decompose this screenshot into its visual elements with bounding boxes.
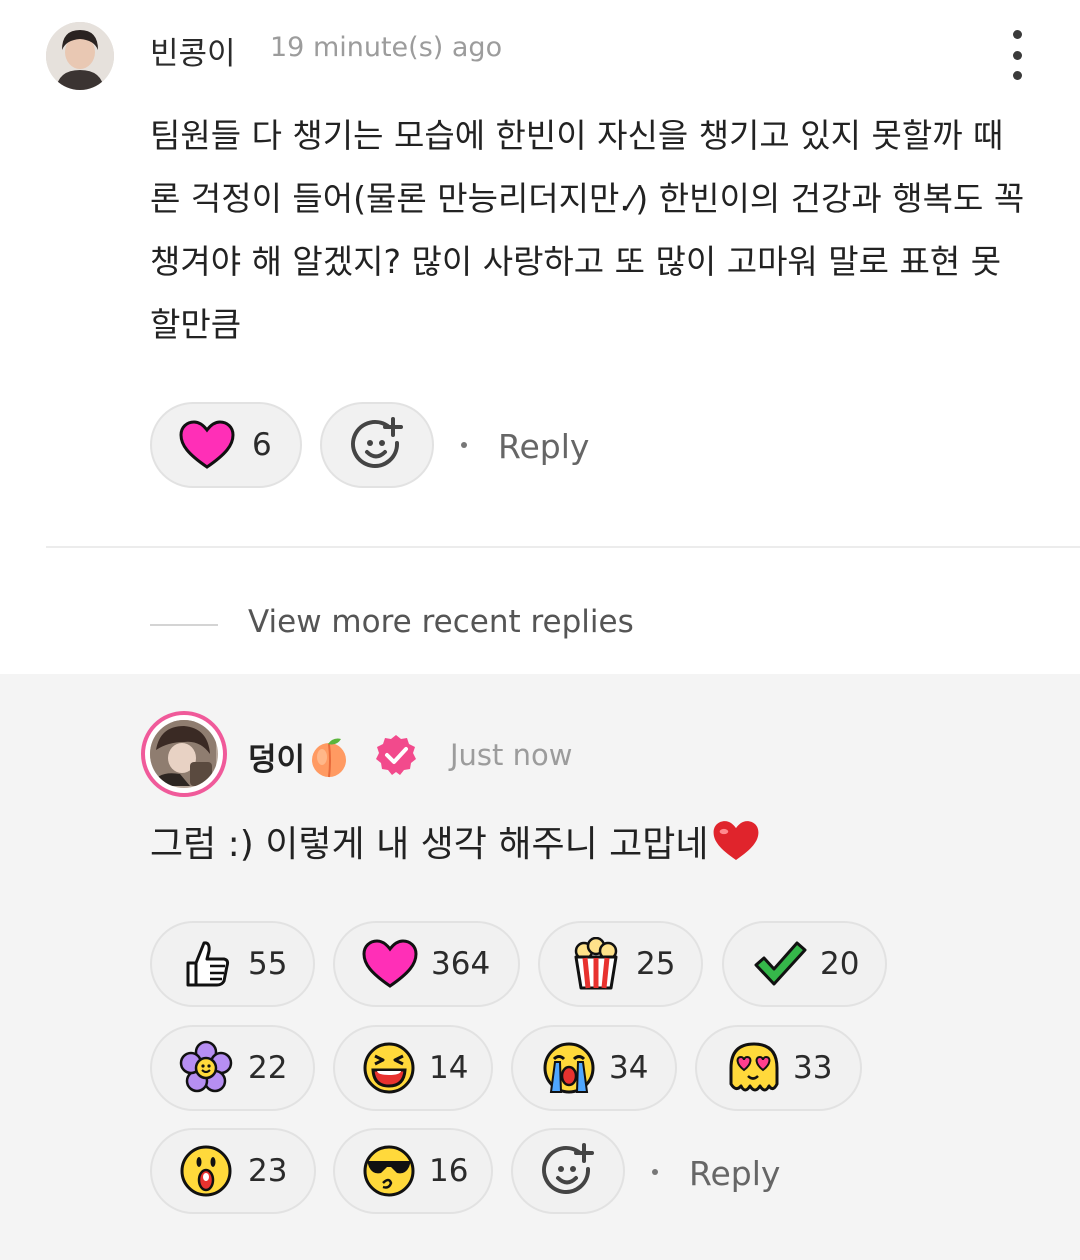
laughing-face-icon <box>363 1042 415 1094</box>
reaction-heart[interactable]: 364 <box>333 921 520 1007</box>
reaction-count: 22 <box>248 1050 288 1086</box>
add-emoji-icon <box>351 417 403 468</box>
reaction-surprised[interactable]: 23 <box>150 1128 316 1214</box>
check-icon <box>754 941 807 986</box>
reaction-count: 55 <box>248 946 288 982</box>
artist-avatar[interactable] <box>141 711 227 797</box>
reaction-count: 14 <box>429 1050 469 1086</box>
reaction-count: 16 <box>429 1153 469 1189</box>
heart-count: 6 <box>252 427 272 463</box>
reaction-flower[interactable]: 22 <box>150 1025 315 1111</box>
reaction-count: 33 <box>793 1050 833 1086</box>
reaction-count: 25 <box>636 946 676 982</box>
comment: 빈콩이 19 minute(s) ago 팀원들 다 챙기는 모습에 한빈이 자… <box>0 0 1080 548</box>
timestamp: 19 minute(s) ago <box>270 32 503 63</box>
reaction-popcorn[interactable]: 25 <box>538 921 703 1007</box>
thumbs-up-icon <box>186 941 230 987</box>
heart-icon <box>179 420 235 469</box>
comment-text: 팀원들 다 챙기는 모습에 한빈이 자신을 챙기고 있지 못할까 때론 걱정이 … <box>150 116 1025 344</box>
reply-timestamp: Just now <box>450 738 573 772</box>
divider <box>46 546 1080 548</box>
separator-dot <box>461 442 467 448</box>
heart-icon <box>362 939 418 988</box>
reaction-cool[interactable]: 16 <box>333 1128 493 1214</box>
reaction-thumbs-up[interactable]: 55 <box>150 921 315 1007</box>
popcorn-icon <box>574 937 618 990</box>
add-reaction-button[interactable] <box>511 1128 625 1214</box>
reaction-count: 20 <box>820 946 860 982</box>
heart-reaction-button[interactable]: 6 <box>150 402 302 488</box>
peach-icon <box>312 738 347 777</box>
verified-badge-icon <box>376 735 416 775</box>
reaction-heart-eyes[interactable]: 33 <box>695 1025 862 1111</box>
add-reaction-button[interactable] <box>320 402 434 488</box>
add-emoji-icon <box>542 1143 594 1194</box>
artist-username-text: 덩이 <box>248 742 306 778</box>
reaction-crying[interactable]: 34 <box>511 1025 677 1111</box>
surprised-face-icon <box>180 1145 232 1197</box>
separator-dot <box>652 1169 658 1175</box>
reply-button[interactable]: Reply <box>498 427 589 466</box>
artist-username[interactable]: 덩이 <box>248 734 351 779</box>
user-avatar[interactable] <box>46 22 114 90</box>
crying-face-icon <box>543 1042 595 1094</box>
cool-face-icon <box>363 1145 415 1197</box>
more-options-icon[interactable] <box>1003 30 1031 80</box>
heart-eyes-face-icon <box>729 1042 779 1092</box>
flower-icon <box>179 1040 233 1093</box>
reply-text: 그럼 :) 이렇게 내 생각 해주니 고맙네 <box>150 815 761 867</box>
reaction-count: 23 <box>248 1153 288 1189</box>
reaction-count: 364 <box>431 946 491 982</box>
reaction-laughing[interactable]: 14 <box>333 1025 493 1111</box>
reply-text-content: 그럼 :) 이렇게 내 생각 해주니 고맙네 <box>150 824 709 865</box>
more-replies-line <box>150 624 218 626</box>
red-heart-icon <box>713 821 758 860</box>
view-more-replies-link[interactable]: View more recent replies <box>248 604 634 640</box>
reply-button[interactable]: Reply <box>689 1154 780 1193</box>
reaction-count: 34 <box>609 1050 649 1086</box>
reaction-check[interactable]: 20 <box>722 921 887 1007</box>
username[interactable]: 빈콩이 <box>150 28 236 73</box>
